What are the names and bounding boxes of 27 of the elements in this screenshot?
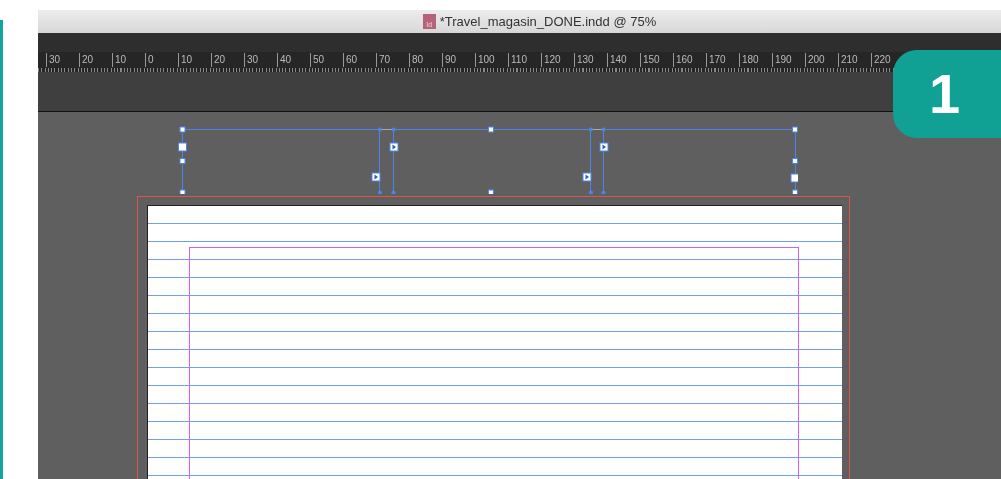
ruler-label: 150 (640, 53, 673, 67)
step-badge: 1 (893, 50, 1001, 138)
ruler-label: 0 (145, 53, 178, 67)
ruler-label: 10 (178, 53, 211, 67)
ruler-label: 130 (574, 53, 607, 67)
ruler-label: 20 (211, 53, 244, 67)
ruler-label: 40 (277, 53, 310, 67)
ruler-label: 190 (772, 53, 805, 67)
ruler-label: 100 (475, 53, 508, 67)
ruler-label: 30 (46, 53, 79, 67)
ruler-label: 50 (310, 53, 343, 67)
ruler-label: 210 (838, 53, 871, 67)
ruler-label: 160 (673, 53, 706, 67)
ruler-label: 120 (541, 53, 574, 67)
ruler-label: 180 (739, 53, 772, 67)
ruler-label: 140 (607, 53, 640, 67)
ruler-label: 20 (79, 53, 112, 67)
ruler-label: 80 (409, 53, 442, 67)
ruler-label: 30 (244, 53, 277, 67)
ruler-label: 170 (706, 53, 739, 67)
ruler-label: 110 (508, 53, 541, 67)
ruler-label: 10 (112, 53, 145, 67)
ruler-label: 70 (376, 53, 409, 67)
ruler-label: 90 (442, 53, 475, 67)
window-title: *Travel_magasin_DONE.indd @ 75% (439, 12, 657, 31)
ruler-label: 60 (343, 53, 376, 67)
ruler-label: 200 (805, 53, 838, 67)
